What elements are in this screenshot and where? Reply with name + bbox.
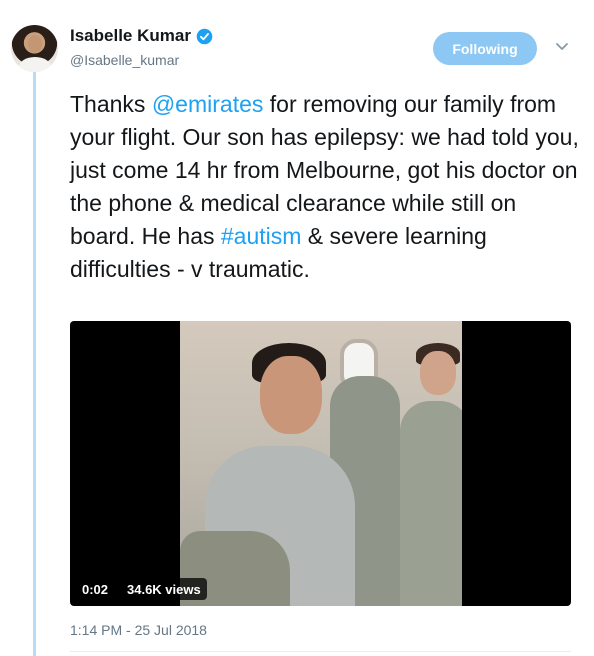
tweet-timestamp[interactable]: 1:14 PM - 25 Jul 2018 — [70, 622, 207, 638]
user-info: Isabelle Kumar @Isabelle_kumar — [70, 26, 213, 68]
video-duration-badge: 0:02 — [76, 578, 115, 600]
avatar-shoulders — [19, 57, 51, 72]
video-player[interactable]: 0:02 34.6K views — [70, 321, 571, 606]
mention-link[interactable]: @emirates — [152, 91, 264, 117]
avatar[interactable] — [11, 25, 58, 72]
chevron-down-icon[interactable] — [555, 42, 569, 52]
thread-connector-line — [33, 72, 36, 656]
video-views-badge: 34.6K views — [121, 578, 207, 600]
tweet-text: Thanks @emirates for removing our family… — [70, 88, 580, 286]
avatar-face — [28, 35, 42, 53]
user-handle[interactable]: @Isabelle_kumar — [70, 52, 213, 68]
divider — [70, 651, 571, 652]
hashtag-link[interactable]: #autism — [221, 223, 302, 249]
display-name[interactable]: Isabelle Kumar — [70, 26, 191, 46]
passenger-head — [420, 351, 456, 395]
seat-back — [400, 401, 462, 606]
boy-head — [260, 356, 322, 434]
following-button[interactable]: Following — [433, 32, 537, 65]
verified-badge-icon — [196, 28, 213, 44]
video-frame — [180, 321, 462, 606]
name-row: Isabelle Kumar — [70, 26, 213, 46]
tweet-text-segment: Thanks — [70, 91, 152, 117]
